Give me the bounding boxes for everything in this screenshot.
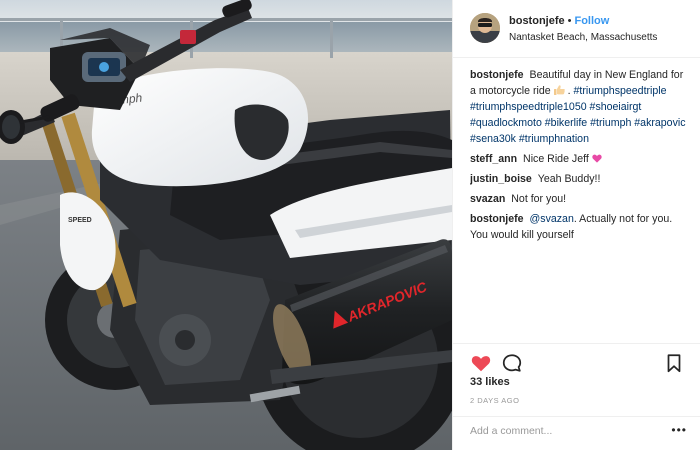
post-location[interactable]: Nantasket Beach, Massachusetts bbox=[509, 31, 694, 45]
svg-text:SPEED: SPEED bbox=[68, 217, 92, 224]
likes-count[interactable]: 33 likes bbox=[470, 376, 510, 388]
comment: bostonjefe @svazan. Actually not for you… bbox=[470, 211, 690, 243]
comment-text: Yeah Buddy!! bbox=[537, 173, 601, 185]
comments-list: bostonjefe Beautiful day in New England … bbox=[470, 67, 690, 337]
post-timestamp[interactable]: 2 DAYS AGO bbox=[470, 396, 519, 405]
add-comment-bar: ••• bbox=[453, 416, 700, 444]
post-photo[interactable]: iumph SPEED AKRAPOVIC bbox=[0, 0, 452, 450]
comment-username[interactable]: steff_ann bbox=[470, 153, 520, 165]
save-button[interactable] bbox=[663, 352, 685, 374]
username-follow-line: bostonjefe • Follow bbox=[509, 14, 694, 29]
comment: svazan Not for you! bbox=[470, 191, 690, 207]
heart-icon bbox=[471, 356, 491, 372]
post-side-panel: bostonjefe • Follow Nantasket Beach, Massa… bbox=[452, 0, 700, 450]
comment: steff_ann Nice Ride Jeff bbox=[470, 151, 690, 167]
comment-icon bbox=[502, 354, 522, 372]
comment-username[interactable]: justin_boise bbox=[470, 173, 535, 185]
like-button[interactable] bbox=[470, 352, 492, 374]
comment-text: Nice Ride Jeff bbox=[523, 153, 589, 165]
comment: justin_boise Yeah Buddy!! bbox=[470, 171, 690, 187]
separator-dot: • bbox=[567, 15, 572, 27]
thumbs-up-emoji-icon bbox=[553, 85, 565, 95]
post-header: bostonjefe • Follow Nantasket Beach, Massa… bbox=[453, 0, 700, 58]
bookmark-icon bbox=[667, 354, 681, 373]
comment-username[interactable]: svazan bbox=[470, 193, 508, 205]
post-username[interactable]: bostonjefe bbox=[509, 15, 565, 27]
comment-text: Not for you! bbox=[511, 193, 567, 205]
more-options-button[interactable]: ••• bbox=[671, 424, 687, 436]
caption-suffix: . bbox=[567, 85, 571, 97]
avatar-photo bbox=[470, 13, 500, 43]
post-actions: 33 likes 2 DAYS AGO ••• bbox=[453, 343, 700, 443]
add-comment-input[interactable] bbox=[470, 423, 660, 439]
comment-button[interactable] bbox=[501, 352, 523, 374]
instagram-post-view: iumph SPEED AKRAPOVIC bostonjefe • Follo… bbox=[0, 0, 700, 450]
motorcycle-photo: iumph SPEED AKRAPOVIC bbox=[0, 0, 452, 450]
comment-mention[interactable]: @svazan bbox=[530, 213, 574, 225]
avatar[interactable] bbox=[470, 13, 500, 43]
heart-emoji-icon bbox=[592, 154, 602, 163]
comment-username[interactable]: bostonjefe bbox=[470, 213, 527, 225]
caption: bostonjefe Beautiful day in New England … bbox=[470, 67, 690, 147]
follow-button[interactable]: Follow bbox=[574, 15, 609, 27]
caption-username[interactable]: bostonjefe bbox=[470, 69, 527, 81]
post-header-text: bostonjefe • Follow Nantasket Beach, Massa… bbox=[509, 14, 694, 45]
